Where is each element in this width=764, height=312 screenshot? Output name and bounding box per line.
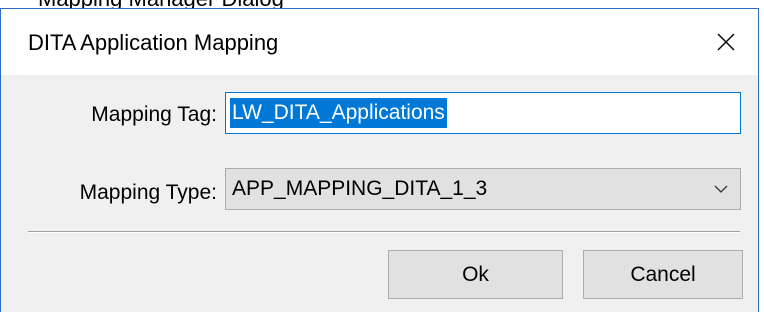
mapping-tag-input[interactable]: LW_DITA_Applications <box>225 92 741 134</box>
close-icon <box>717 33 735 51</box>
ok-button[interactable]: Ok <box>388 250 563 299</box>
mapping-tag-label: Mapping Tag: <box>91 103 217 126</box>
mapping-type-value: APP_MAPPING_DITA_1_3 <box>232 177 488 200</box>
close-button[interactable] <box>694 9 758 75</box>
dialog-title: DITA Application Mapping <box>28 30 279 55</box>
dialog-titlebar: DITA Application Mapping <box>1 9 758 75</box>
separator-highlight <box>28 232 740 233</box>
mapping-type-select[interactable]: APP_MAPPING_DITA_1_3 <box>225 168 741 210</box>
chevron-down-icon <box>714 185 728 193</box>
mapping-tag-value: LW_DITA_Applications <box>230 98 447 128</box>
mapping-type-label: Mapping Type: <box>79 181 217 204</box>
dita-application-mapping-dialog: DITA Application Mapping Mapping Tag: LW… <box>0 8 759 312</box>
cancel-button[interactable]: Cancel <box>583 250 743 299</box>
